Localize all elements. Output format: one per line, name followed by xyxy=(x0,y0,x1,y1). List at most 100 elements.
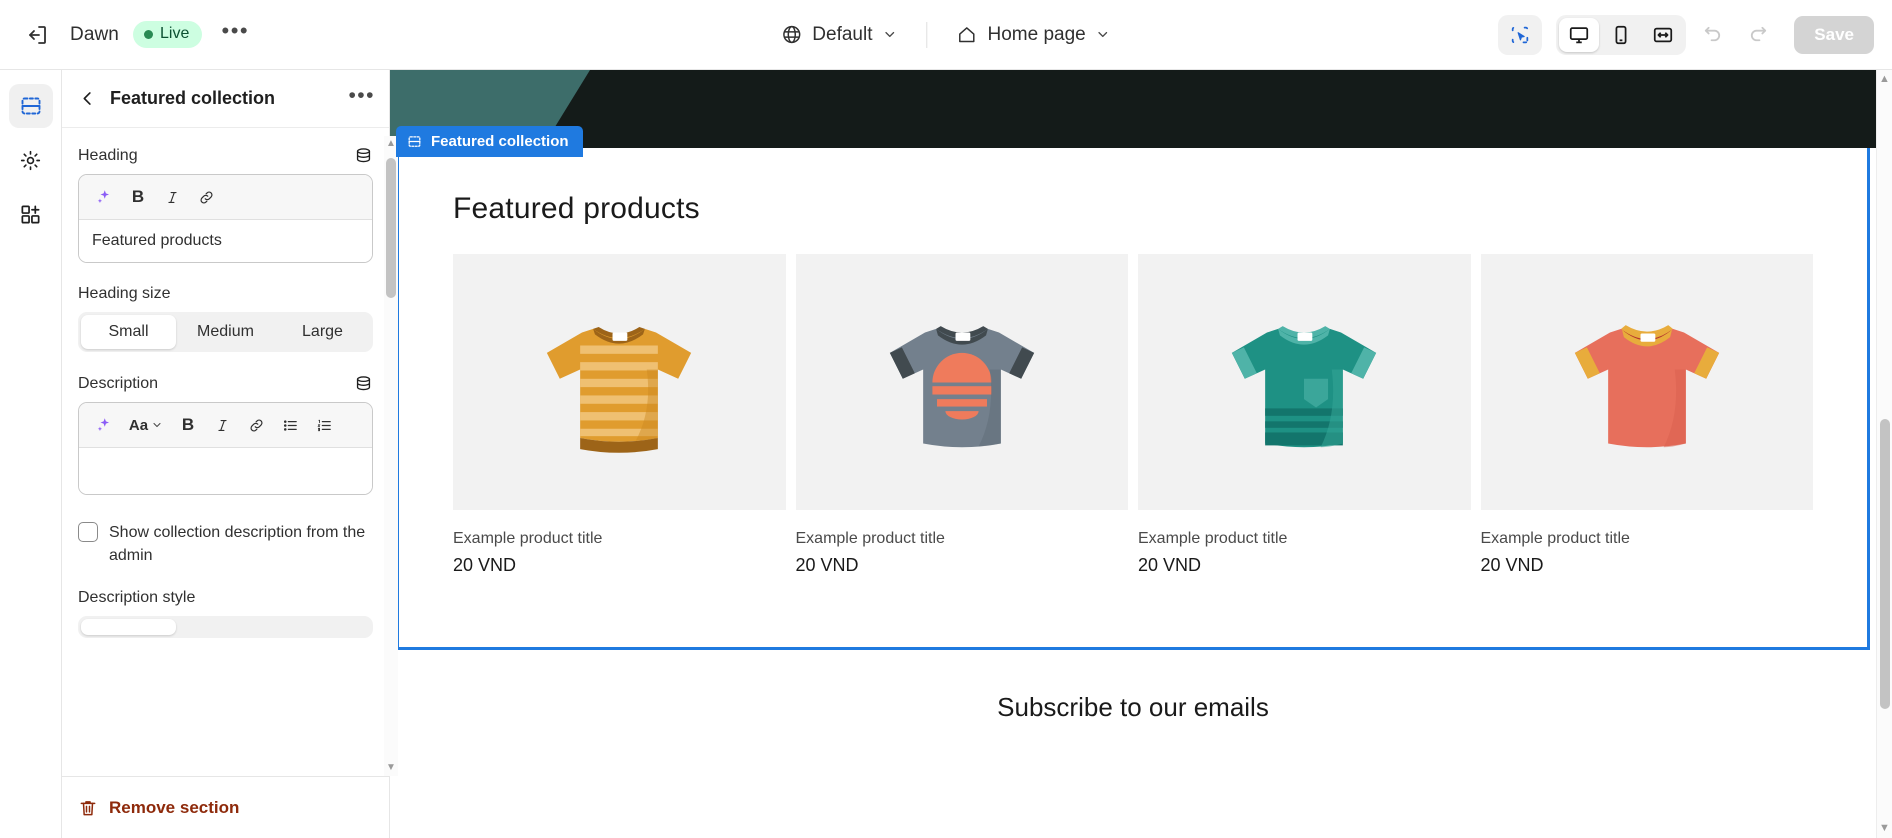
description-label: Description xyxy=(78,374,159,392)
product-price: 20 VND xyxy=(1138,555,1202,575)
chevron-left-icon[interactable] xyxy=(74,86,100,112)
italic-icon[interactable] xyxy=(207,411,237,439)
scroll-up-arrow-icon[interactable]: ▲ xyxy=(386,136,396,152)
link-icon[interactable] xyxy=(191,183,221,211)
heading-size-option-small[interactable]: Small xyxy=(81,315,176,349)
remove-section-button[interactable]: Remove section xyxy=(62,776,389,838)
exit-icon[interactable] xyxy=(18,16,56,54)
desktop-icon[interactable] xyxy=(1559,17,1600,52)
undo-icon[interactable] xyxy=(1692,15,1732,55)
panel-title: Featured collection xyxy=(110,88,276,108)
bullet-list-icon[interactable] xyxy=(275,411,305,439)
product-image xyxy=(795,254,1128,510)
heading-size-option-large[interactable]: Large xyxy=(275,315,370,349)
show-collection-description-checkbox[interactable] xyxy=(78,522,98,542)
panel-scroll-track[interactable] xyxy=(386,152,396,760)
description-toolbar: Aa B xyxy=(79,403,372,448)
scroll-down-arrow-icon[interactable]: ▼ xyxy=(386,760,396,776)
selected-section-badge[interactable]: Featured collection xyxy=(396,126,583,157)
description-label-row: Description xyxy=(78,374,373,393)
page-selector[interactable]: Home page xyxy=(943,17,1123,53)
product-price: 20 VND xyxy=(795,555,859,575)
device-toggle-group xyxy=(1556,14,1687,55)
product-card[interactable]: Example product title 20 VND xyxy=(1138,254,1471,576)
theme-more-menu-button[interactable]: ••• xyxy=(216,16,254,54)
heading-input[interactable]: Featured products xyxy=(79,220,372,262)
panel-scrollbar[interactable]: ▲ ▼ xyxy=(384,136,398,776)
editor-body: Featured collection ••• Heading B Featur… xyxy=(0,70,1892,838)
product-card[interactable]: Example product title 20 VND xyxy=(1480,254,1813,576)
chevron-down-icon xyxy=(153,422,161,428)
product-price: 20 VND xyxy=(453,555,517,575)
top-bar: Dawn Live ••• Default Home page Save xyxy=(0,0,1892,70)
top-bar-left: Dawn Live ••• xyxy=(18,16,254,54)
fullwidth-icon[interactable] xyxy=(1643,18,1683,52)
mobile-icon[interactable] xyxy=(1601,18,1641,52)
preview-scrollbar[interactable]: ▲ ▼ xyxy=(1876,70,1892,838)
description-style-label: Description style xyxy=(78,589,196,607)
description-style-label-row: Description style xyxy=(78,589,373,607)
heading-label: Heading xyxy=(78,146,138,164)
preview-scroll-thumb[interactable] xyxy=(1879,419,1890,709)
text-style-selector[interactable]: Aa xyxy=(123,411,169,439)
gray-sunset-tshirt-icon xyxy=(889,325,1034,447)
scroll-up-arrow-icon[interactable]: ▲ xyxy=(1879,70,1890,89)
top-bar-divider xyxy=(926,21,928,48)
heading-size-option-medium[interactable]: Medium xyxy=(178,315,273,349)
product-title: Example product title xyxy=(1480,530,1630,547)
preview-scroll-track[interactable] xyxy=(1879,89,1891,819)
sidebar-item-apps[interactable] xyxy=(9,192,53,236)
database-icon[interactable] xyxy=(354,146,373,165)
status-dot xyxy=(143,29,153,39)
product-image xyxy=(1138,254,1471,510)
description-style-selector xyxy=(78,616,373,639)
locale-selector[interactable]: Default xyxy=(768,17,910,53)
panel-header: Featured collection ••• xyxy=(62,70,389,128)
globe-icon xyxy=(781,24,802,45)
chevron-down-icon xyxy=(882,27,897,42)
description-rich-text-editor: Aa B xyxy=(78,402,373,495)
selected-section-label: Featured collection xyxy=(431,133,569,150)
link-icon[interactable] xyxy=(241,411,271,439)
save-button[interactable]: Save xyxy=(1794,15,1874,54)
scroll-down-arrow-icon[interactable]: ▼ xyxy=(1879,819,1890,838)
bold-icon[interactable]: B xyxy=(173,411,203,439)
italic-icon[interactable] xyxy=(157,183,187,211)
heading-size-label: Heading size xyxy=(78,285,171,302)
redo-icon[interactable] xyxy=(1738,15,1778,55)
product-card[interactable]: Example product title 20 VND xyxy=(795,254,1128,576)
description-style-option[interactable] xyxy=(275,619,370,635)
red-tshirt-icon xyxy=(1574,324,1719,447)
description-input[interactable] xyxy=(79,448,372,494)
trash-icon xyxy=(78,798,98,818)
heading-rich-text-editor: B Featured products xyxy=(78,174,373,263)
theme-editor-app: Dawn Live ••• Default Home page Save Fea… xyxy=(0,0,1892,838)
description-style-option[interactable] xyxy=(178,619,273,635)
top-bar-right: Save xyxy=(1498,14,1874,55)
page-label: Home page xyxy=(987,23,1086,45)
panel-more-menu-button[interactable]: ••• xyxy=(348,85,375,113)
product-image xyxy=(1480,254,1813,510)
bold-icon[interactable]: B xyxy=(123,183,153,211)
sidebar-item-sections[interactable] xyxy=(8,84,53,128)
description-style-option[interactable] xyxy=(81,619,176,636)
teal-pocket-tshirt-icon xyxy=(1232,325,1377,447)
product-card[interactable]: Example product title 20 VND xyxy=(453,254,786,576)
featured-collection-section[interactable]: Featured products Example product title … xyxy=(396,148,1870,650)
product-image xyxy=(453,254,786,510)
database-icon[interactable] xyxy=(354,374,373,393)
home-icon xyxy=(956,24,977,45)
product-title: Example product title xyxy=(453,530,603,547)
sidebar-item-theme-settings[interactable] xyxy=(9,138,53,182)
panel-scroll-thumb[interactable] xyxy=(386,158,396,298)
sparkle-icon[interactable] xyxy=(89,411,119,439)
text-style-label: Aa xyxy=(128,416,149,434)
sparkle-icon[interactable] xyxy=(89,183,119,211)
show-collection-description-label: Show collection description from the adm… xyxy=(109,524,366,565)
remove-section-label: Remove section xyxy=(109,797,240,817)
numbered-list-icon[interactable] xyxy=(309,411,339,439)
show-collection-description-row[interactable]: Show collection description from the adm… xyxy=(78,521,373,567)
select-tool-icon[interactable] xyxy=(1498,14,1543,55)
